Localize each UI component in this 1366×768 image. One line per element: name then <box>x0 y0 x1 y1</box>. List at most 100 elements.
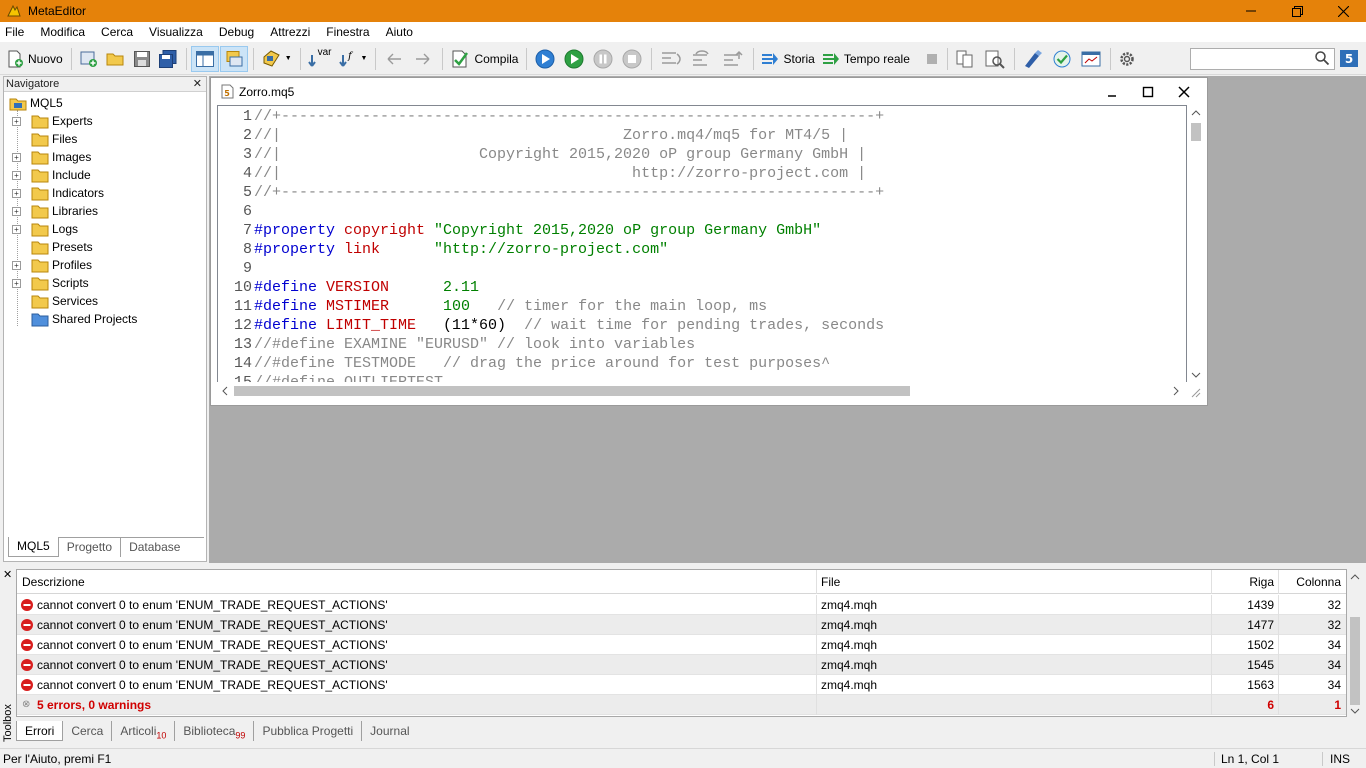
expand-icon[interactable]: + <box>12 117 21 126</box>
pause-button[interactable] <box>589 46 617 72</box>
tab-articoli[interactable]: Articoli10 <box>112 721 176 741</box>
tree-item-profiles[interactable]: + Profiles <box>4 256 206 274</box>
tree-root-mql5[interactable]: MQL5 <box>4 94 206 112</box>
tab-cerca[interactable]: Cerca <box>63 721 113 741</box>
horizontal-scrollbar[interactable] <box>217 382 1188 400</box>
stop-button[interactable] <box>618 46 646 72</box>
toolbox-scroll-thumb[interactable] <box>1350 617 1360 705</box>
toolbox-scrollbar[interactable] <box>1347 569 1363 717</box>
error-row[interactable]: cannot convert 0 to enum 'ENUM_TRADE_REQ… <box>17 675 1346 695</box>
header-colonna[interactable]: Colonna <box>1278 570 1346 594</box>
tab-pubblica-progetti[interactable]: Pubblica Progetti <box>254 721 363 741</box>
menu-attrezzi[interactable]: Attrezzi <box>262 22 318 43</box>
tab-errori[interactable]: Errori <box>16 721 64 741</box>
menu-aiuto[interactable]: Aiuto <box>378 22 421 43</box>
error-row[interactable]: cannot convert 0 to enum 'ENUM_TRADE_REQ… <box>17 635 1346 655</box>
tree-item-include[interactable]: + Include <box>4 166 206 184</box>
error-summary-row[interactable]: ⊗ 5 errors, 0 warnings 6 1 <box>17 695 1346 715</box>
error-row[interactable]: cannot convert 0 to enum 'ENUM_TRADE_REQ… <box>17 595 1346 615</box>
code-line[interactable]: 7 #property copyright "Copyright 2015,202… <box>218 221 1186 240</box>
vertical-scroll-thumb[interactable] <box>1191 123 1201 141</box>
realtime-button[interactable]: Tempo reale <box>819 46 913 72</box>
navigator-toggle-button[interactable] <box>190 45 219 72</box>
search-files-button[interactable] <box>981 46 1009 72</box>
tab-database[interactable]: Database <box>121 538 188 557</box>
new-project-button[interactable] <box>76 46 102 72</box>
tree-item-presets[interactable]: Presets <box>4 238 206 256</box>
expand-icon[interactable]: + <box>12 225 21 234</box>
forward-button[interactable] <box>409 46 437 72</box>
editor-close-button[interactable] <box>1176 84 1192 100</box>
debug-start-realtime-button[interactable] <box>560 46 588 72</box>
header-riga[interactable]: Riga <box>1211 570 1278 594</box>
menu-visualizza[interactable]: Visualizza <box>141 22 211 43</box>
editor-maximize-button[interactable] <box>1140 84 1156 100</box>
toolbox-toggle-button[interactable] <box>219 45 248 72</box>
tree-item-shared-projects[interactable]: Shared Projects <box>4 310 206 328</box>
close-window-button[interactable] <box>1320 0 1366 22</box>
compare-button[interactable] <box>952 46 980 72</box>
toolbox-close-button[interactable]: ✕ <box>3 568 12 581</box>
code-line[interactable]: 5//+------------------------------------… <box>218 183 1186 202</box>
save-button[interactable] <box>130 46 154 72</box>
search-button[interactable] <box>1314 50 1330 69</box>
menu-debug[interactable]: Debug <box>211 22 262 43</box>
tree-item-images[interactable]: + Images <box>4 148 206 166</box>
code-line[interactable]: 14//#define TESTMODE // drag the price a… <box>218 354 1186 373</box>
tree-item-libraries[interactable]: + Libraries <box>4 202 206 220</box>
history-button[interactable]: Storia <box>758 46 817 72</box>
expand-icon[interactable]: + <box>12 189 21 198</box>
expand-icon[interactable]: + <box>12 279 21 288</box>
expand-icon[interactable]: + <box>12 207 21 216</box>
header-file[interactable]: File <box>816 570 1211 594</box>
step-into-button[interactable] <box>656 46 686 72</box>
editor-minimize-button[interactable] <box>1104 84 1120 100</box>
terminal-button[interactable] <box>1077 46 1105 72</box>
open-button[interactable] <box>103 46 129 72</box>
save-all-button[interactable] <box>155 46 181 72</box>
header-descrizione[interactable]: Descrizione <box>22 570 802 594</box>
code-line[interactable]: 13//#define EXAMINE "EURUSD" // look int… <box>218 335 1186 354</box>
step-over-button[interactable] <box>687 46 717 72</box>
tree-item-files[interactable]: Files <box>4 130 206 148</box>
code-line[interactable]: 11 #define MSTIMER 100 // timer for the m… <box>218 297 1186 316</box>
code-line[interactable]: 6 <box>218 202 1186 221</box>
expand-icon[interactable]: + <box>12 171 21 180</box>
tree-item-experts[interactable]: + Experts <box>4 112 206 130</box>
expand-icon[interactable]: + <box>12 261 21 270</box>
code-line[interactable]: 3//| Copyright 2015,2020 oP group German… <box>218 145 1186 164</box>
resize-grip-icon[interactable] <box>1191 388 1201 398</box>
tab-progetto[interactable]: Progetto <box>59 538 122 557</box>
tree-item-logs[interactable]: + Logs <box>4 220 206 238</box>
code-line[interactable]: 10 #define VERSION 2.11 <box>218 278 1186 297</box>
tree-item-services[interactable]: Services <box>4 292 206 310</box>
minimize-button[interactable] <box>1228 0 1274 22</box>
insert-variable-button[interactable]: var <box>305 46 335 72</box>
menu-file[interactable]: File <box>0 22 32 43</box>
stop-profiling-button[interactable] <box>922 46 942 72</box>
tab-biblioteca[interactable]: Biblioteca99 <box>175 721 255 741</box>
tab-mql5[interactable]: MQL5 <box>8 537 59 557</box>
tree-item-indicators[interactable]: + Indicators <box>4 184 206 202</box>
horizontal-scroll-thumb[interactable] <box>234 386 910 396</box>
code-editor[interactable]: 1//+------------------------------------… <box>217 105 1187 385</box>
navigator-close-button[interactable]: ✕ <box>193 77 202 91</box>
error-row[interactable]: cannot convert 0 to enum 'ENUM_TRADE_REQ… <box>17 655 1346 675</box>
mql5-help-button[interactable]: 5 <box>1340 50 1358 70</box>
step-out-button[interactable] <box>718 46 748 72</box>
menu-finestra[interactable]: Finestra <box>318 22 377 43</box>
codebase-button[interactable] <box>1019 46 1047 72</box>
error-row[interactable]: cannot convert 0 to enum 'ENUM_TRADE_REQ… <box>17 615 1346 635</box>
compile-button[interactable]: Compila <box>447 46 521 72</box>
tree-item-scripts[interactable]: + Scripts <box>4 274 206 292</box>
restore-button[interactable] <box>1274 0 1320 22</box>
vertical-scrollbar[interactable] <box>1188 105 1204 385</box>
expand-icon[interactable]: + <box>12 153 21 162</box>
code-line[interactable]: 4//| http://zorro-project.com | <box>218 164 1186 183</box>
debug-start-history-button[interactable] <box>531 46 559 72</box>
styler-button[interactable]: ▼ <box>258 46 295 72</box>
back-button[interactable] <box>380 46 408 72</box>
new-file-button[interactable]: Nuovo <box>3 46 66 72</box>
code-line[interactable]: 2//| Zorro.mq4/mq5 for MT4/5 | <box>218 126 1186 145</box>
check-button[interactable] <box>1048 46 1076 72</box>
